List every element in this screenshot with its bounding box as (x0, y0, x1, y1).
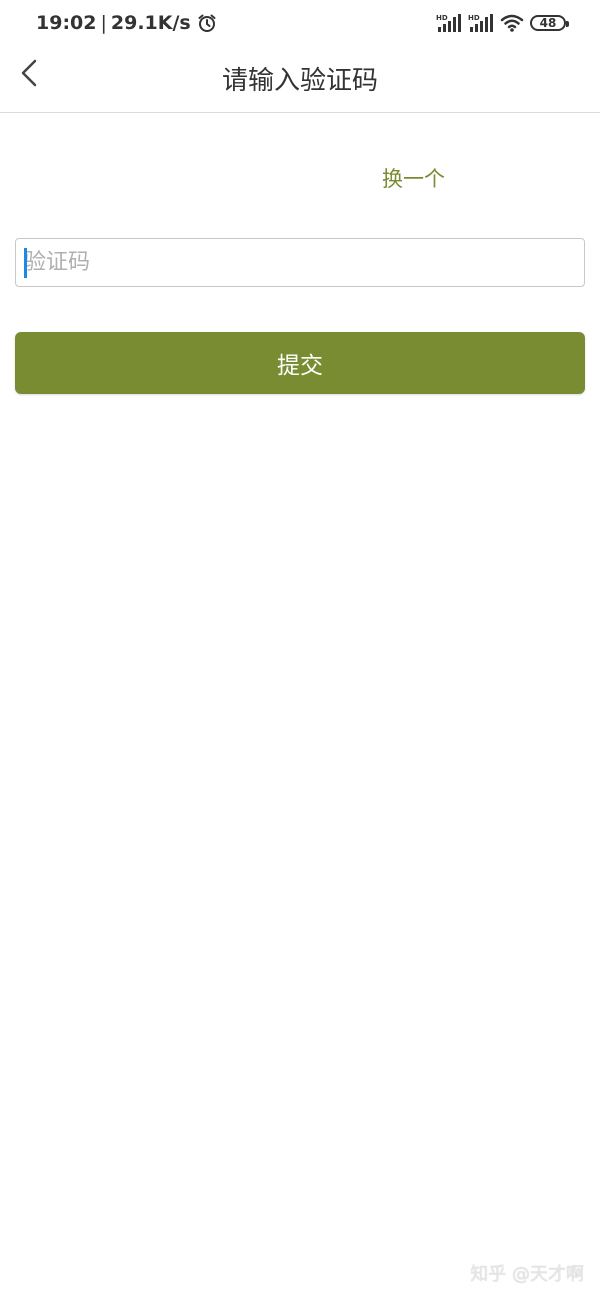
page-title: 请输入验证码 (221, 66, 378, 96)
status-left: 19:02 | 29.1K/s (36, 10, 217, 36)
captcha-input[interactable] (15, 238, 585, 287)
signal-strength-icon: HD (436, 13, 462, 33)
status-time: 19:02 (36, 12, 97, 34)
status-separator: | (100, 12, 107, 34)
network-speed: 29.1K/s (110, 12, 191, 34)
battery-indicator: 48 (530, 15, 569, 31)
status-right: HD HD 48 (436, 10, 569, 36)
title-bar: 请输入验证码 (0, 46, 600, 113)
alarm-icon (197, 13, 217, 33)
submit-button[interactable]: 提交 (15, 332, 585, 394)
signal-strength-icon: HD (468, 13, 494, 33)
refresh-captcha-link[interactable]: 换一个 (382, 163, 445, 193)
signal-1-label: HD (436, 14, 448, 22)
wifi-icon (500, 13, 524, 33)
text-caret (24, 248, 27, 278)
watermark: 知乎 @天才啊 (470, 1264, 584, 1285)
status-bar: 19:02 | 29.1K/s HD HD 48 (0, 0, 600, 46)
signal-2-label: HD (468, 14, 480, 22)
